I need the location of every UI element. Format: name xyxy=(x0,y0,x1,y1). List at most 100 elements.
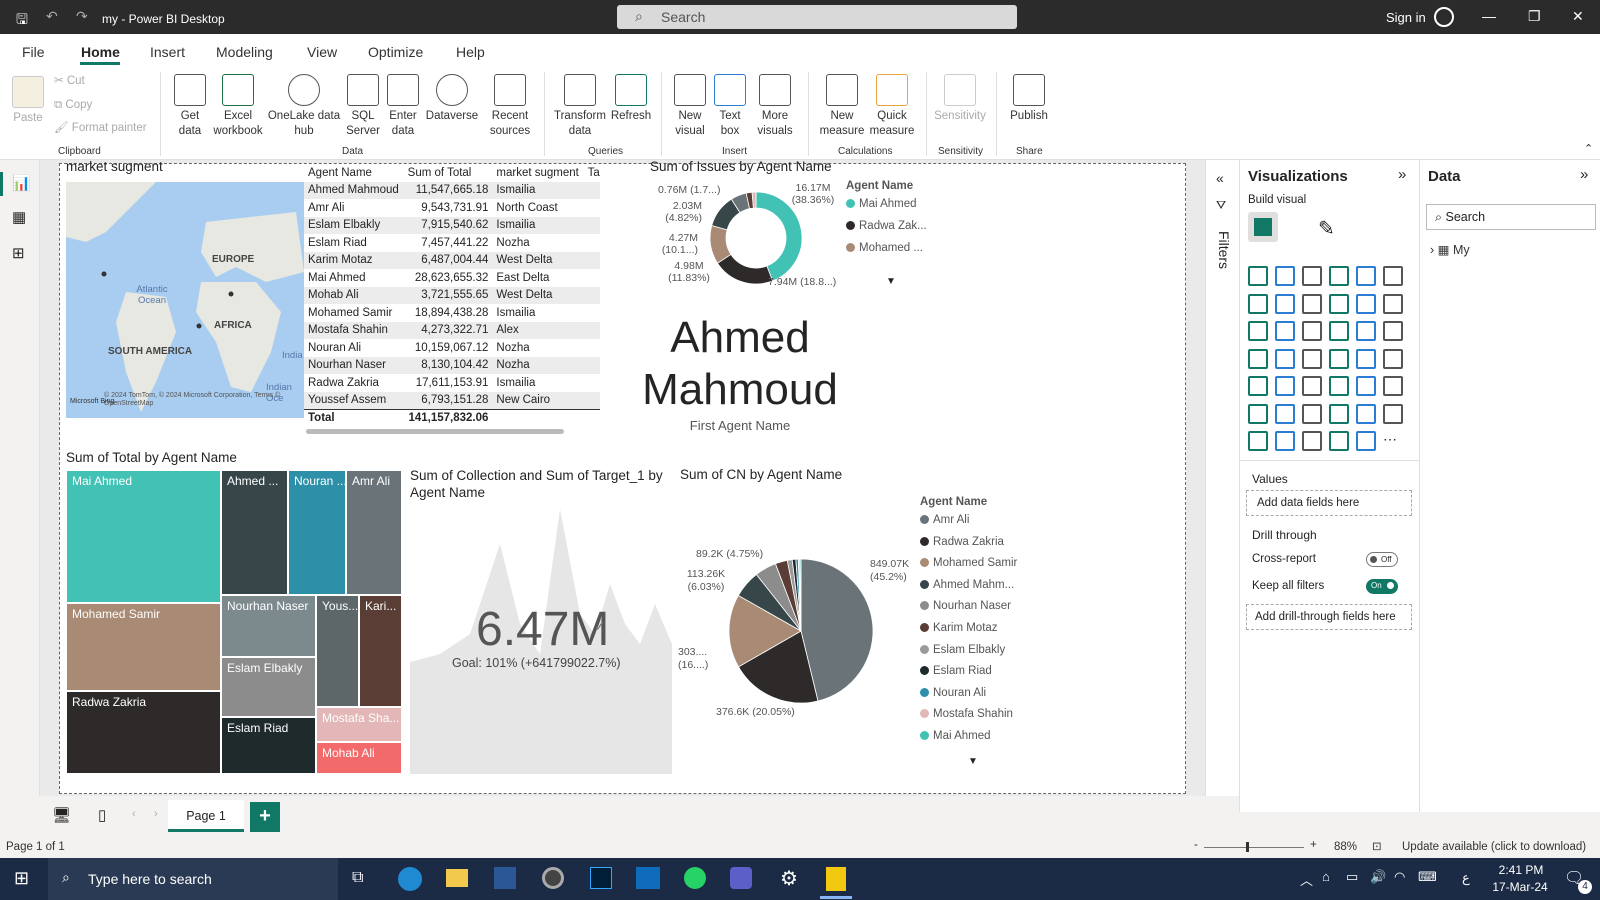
visual-type-icon[interactable] xyxy=(1248,431,1268,451)
visual-type-icon[interactable] xyxy=(1329,431,1349,451)
column-header[interactable]: Agent Name xyxy=(304,164,404,182)
menu-optimize[interactable]: Optimize xyxy=(368,44,423,60)
format-visual-icon[interactable]: ✎ xyxy=(1318,216,1335,241)
table-row[interactable]: Youssef Assem 6,793,151.28 New Cairo xyxy=(304,391,600,409)
table-row[interactable]: Nourhan Naser 8,130,104.42 Nozha xyxy=(304,356,600,374)
update-available[interactable]: Update available (click to download) xyxy=(1402,841,1586,853)
table-row[interactable]: Radwa Zakria 17,611,153.91 Ismailia xyxy=(304,374,600,392)
volume-icon[interactable]: 🔊 xyxy=(1370,869,1386,885)
tray-icon[interactable]: ⌂ xyxy=(1322,869,1330,884)
visual-type-icon[interactable] xyxy=(1329,348,1349,369)
treemap-tile[interactable]: Mohab Ali xyxy=(316,742,402,774)
menu-modeling[interactable]: Modeling xyxy=(216,44,273,60)
text-box-button[interactable]: Text box xyxy=(712,74,748,139)
restore-icon[interactable]: ❐ xyxy=(1528,8,1541,25)
quick-measure-button[interactable]: Quick measure xyxy=(864,74,920,139)
visual-type-icon[interactable] xyxy=(1275,348,1295,369)
tray-chevron-icon[interactable]: ︿ xyxy=(1300,870,1313,889)
treemap-tile[interactable]: Mostafa Sha... xyxy=(316,707,402,742)
treemap-tile[interactable]: Eslam Riad xyxy=(221,717,316,774)
visual-type-icon[interactable] xyxy=(1383,266,1403,286)
visual-type-icon[interactable] xyxy=(1329,403,1349,424)
build-visual-icon[interactable] xyxy=(1248,212,1278,242)
treemap-tile[interactable]: Kari... xyxy=(359,595,402,707)
treemap-tile[interactable]: Nouran ... xyxy=(288,470,346,595)
visual-type-icon[interactable] xyxy=(1248,403,1268,424)
recent-sources-button[interactable]: Recent sources xyxy=(482,74,538,139)
table-row[interactable]: Ahmed Mahmoud 11,547,665.18 Ismailia xyxy=(304,181,600,199)
cut-button[interactable]: ✂ Cut xyxy=(54,74,85,89)
language-indicator[interactable]: ع xyxy=(1462,870,1470,886)
treemap-tile[interactable]: Eslam Elbakly xyxy=(221,657,316,717)
visual-type-icon[interactable] xyxy=(1275,293,1295,314)
account-icon[interactable] xyxy=(1434,7,1454,27)
legend-item[interactable]: Nouran Ali xyxy=(920,687,1017,709)
dataverse-button[interactable]: Dataverse xyxy=(424,74,480,124)
column-header[interactable]: market sugment xyxy=(492,164,583,182)
table-visual[interactable]: Agent Name Sum of Total market sugment T… xyxy=(304,164,600,436)
visual-type-icon[interactable] xyxy=(1302,266,1322,286)
treemap-visual[interactable]: Mai Ahmed Ahmed ... Nouran ... Amr Ali M… xyxy=(66,470,402,774)
table-row[interactable]: Eslam Elbakly 7,915,540.62 Ismailia xyxy=(304,216,600,234)
data-search-input[interactable]: ⌕ Search xyxy=(1426,204,1596,230)
legend-item[interactable]: Radwa Zak... xyxy=(846,220,927,232)
column-header[interactable]: Sum of Total xyxy=(404,164,493,182)
onelake-button[interactable]: OneLake data hub xyxy=(266,74,342,139)
clock-time[interactable]: 2:41 PM xyxy=(1496,863,1546,877)
undo-icon[interactable]: ↶ xyxy=(46,8,58,25)
legend-scroll-down-icon[interactable]: ▼ xyxy=(968,756,978,767)
copy-button[interactable]: ⧉ Copy xyxy=(54,98,92,113)
table-scrollbar[interactable] xyxy=(306,429,564,434)
legend-item[interactable]: Mai Ahmed xyxy=(846,198,917,210)
kpi-visual[interactable]: 6.47M ✓ Goal: 101% (+641799022.7%) xyxy=(410,504,672,774)
data-table-item[interactable]: › ▦ My xyxy=(1430,242,1470,257)
card-visual[interactable]: Ahmed Mahmoud First Agent Name xyxy=(620,312,860,442)
zoom-slider-thumb[interactable] xyxy=(1246,842,1249,852)
add-page-button[interactable]: + xyxy=(250,802,280,832)
treemap-tile[interactable]: Mohamed Samir xyxy=(66,603,221,691)
visual-type-icon[interactable] xyxy=(1329,266,1349,286)
table-row[interactable]: Eslam Riad 7,457,441.22 Nozha xyxy=(304,234,600,252)
visual-type-icon[interactable] xyxy=(1248,293,1268,314)
visual-type-icon[interactable] xyxy=(1302,376,1322,396)
windows-start-icon[interactable]: ⊞ xyxy=(14,868,29,889)
excel-button[interactable]: Excel workbook xyxy=(212,74,264,139)
sensitivity-button[interactable]: Sensitivity xyxy=(932,74,988,124)
visual-type-icon[interactable] xyxy=(1302,431,1322,451)
visual-type-icon[interactable] xyxy=(1329,376,1349,396)
previous-page-icon[interactable]: ‹ xyxy=(132,808,136,820)
minimize-icon[interactable]: — xyxy=(1482,8,1496,24)
keyboard-icon[interactable]: ⌨ xyxy=(1418,869,1437,885)
battery-icon[interactable]: ▭ xyxy=(1346,869,1358,885)
map-visual[interactable]: EUROPE AFRICA SOUTH AMERICA Atlantic Oce… xyxy=(66,182,304,418)
table-row[interactable]: Mohab Ali 3,721,555.65 West Delta xyxy=(304,286,600,304)
enter-data-button[interactable]: Enter data xyxy=(384,74,422,139)
filters-pane-collapsed[interactable]: « ⛛ Filters xyxy=(1205,160,1239,812)
legend-item[interactable]: Karim Motaz xyxy=(920,622,1017,644)
power-bi-taskbar-icon[interactable] xyxy=(826,867,846,891)
taskbar-search[interactable]: ⌕ Type here to search xyxy=(48,858,338,900)
visual-type-icon[interactable] xyxy=(1302,348,1322,369)
photoshop-icon[interactable] xyxy=(590,867,612,889)
legend-item[interactable]: Amr Ali xyxy=(920,514,1017,536)
legend-item[interactable]: Ahmed Mahm... xyxy=(920,579,1017,601)
collapse-data-icon[interactable]: » xyxy=(1580,166,1588,183)
mobile-layout-icon[interactable]: ▯ xyxy=(98,806,106,824)
column-header[interactable]: Ta xyxy=(584,164,600,182)
publish-button[interactable]: Publish xyxy=(1004,74,1054,124)
desktop-layout-icon[interactable]: 🖥 xyxy=(52,806,71,824)
task-view-icon[interactable]: ⧉ xyxy=(352,869,363,887)
zoom-in-icon[interactable]: + xyxy=(1310,839,1317,851)
visual-type-icon[interactable] xyxy=(1356,376,1376,396)
fit-to-page-icon[interactable]: ⊡ xyxy=(1372,839,1382,853)
treemap-tile[interactable]: Radwa Zakria xyxy=(66,691,221,774)
visual-type-icon[interactable] xyxy=(1383,321,1403,341)
transform-data-button[interactable]: Transform data xyxy=(552,74,608,139)
visual-type-icon[interactable] xyxy=(1275,403,1295,424)
visual-type-icon[interactable] xyxy=(1248,348,1268,369)
visual-type-icon[interactable] xyxy=(1275,321,1295,341)
menu-file[interactable]: File xyxy=(22,44,45,60)
legend-item[interactable]: Mai Ahmed xyxy=(920,730,1017,752)
visual-type-icon[interactable] xyxy=(1275,266,1295,286)
redo-icon[interactable]: ↷ xyxy=(76,8,88,25)
